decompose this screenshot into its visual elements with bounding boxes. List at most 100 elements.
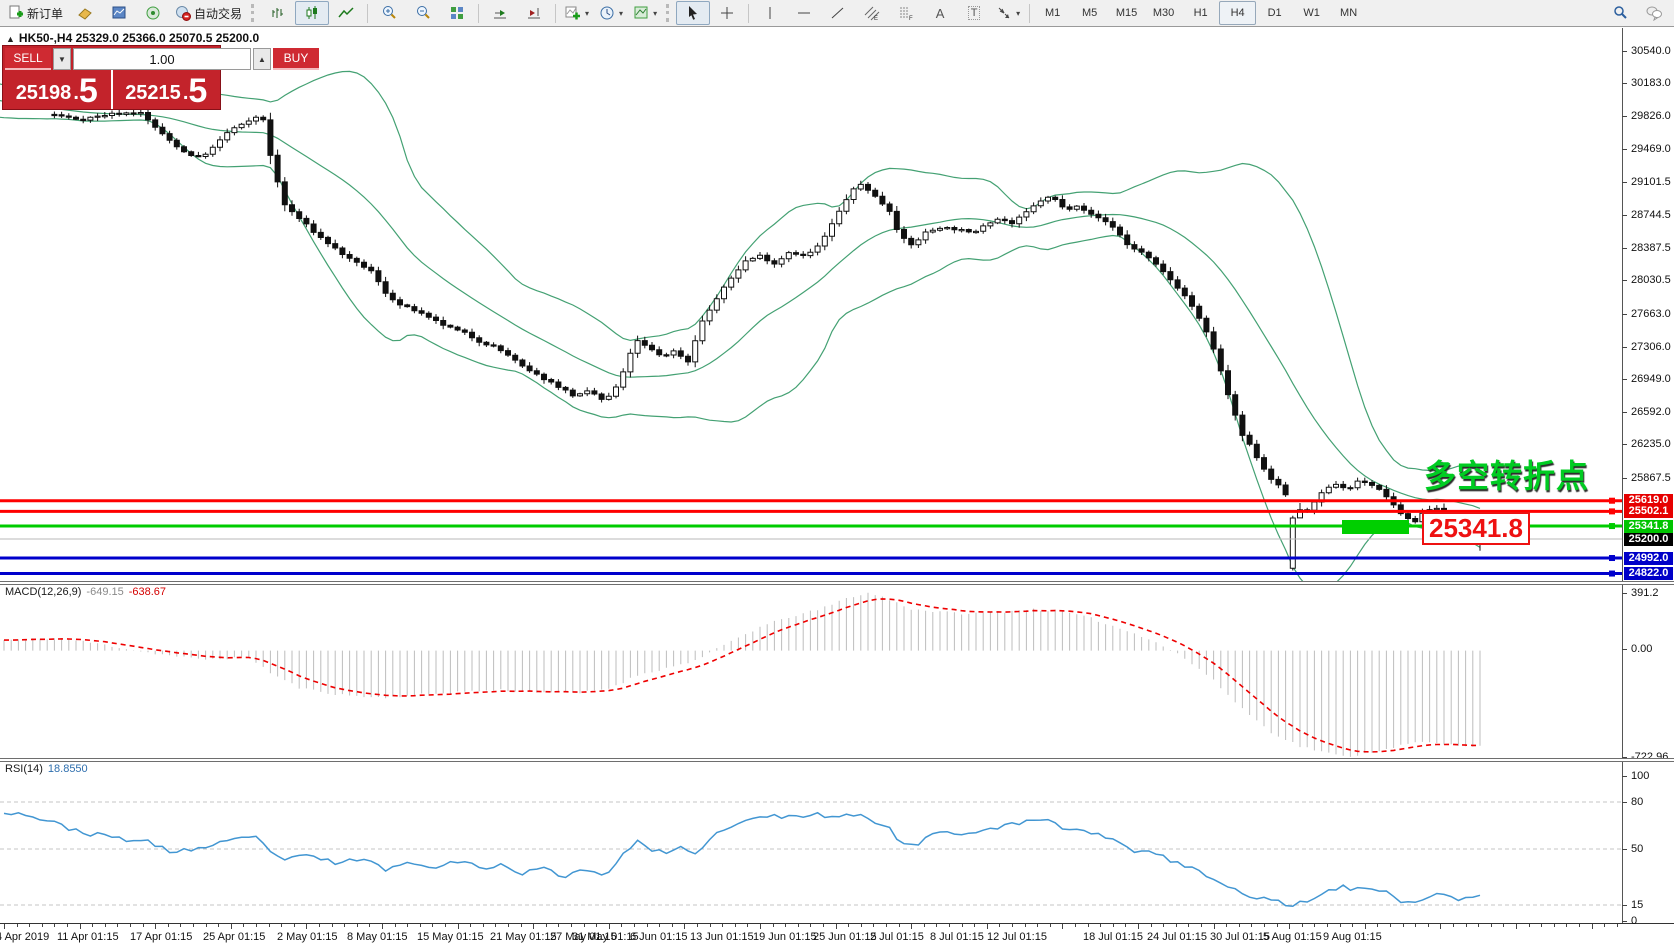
time-axis-tick: [848, 924, 849, 927]
macd-signal-line: [4, 599, 1480, 752]
time-axis-tick: [621, 924, 622, 927]
price-axis-tick-mark: [1622, 83, 1627, 84]
time-axis-label: 2 Jul 01:15: [870, 931, 924, 943]
time-axis-tick: [1478, 924, 1479, 927]
time-axis-tick: [823, 924, 824, 927]
macd-histogram: [4, 593, 1480, 757]
time-axis-tick: [873, 924, 874, 927]
chart-ohlc-title: HK50-,H4 25329.0 25366.0 25070.5 25200.0: [19, 31, 259, 45]
sell-button[interactable]: SELL: [5, 48, 51, 70]
rsi-value: 18.8550: [48, 763, 88, 775]
chart-canvas[interactable]: [0, 0, 1674, 949]
time-axis-tick: [344, 924, 345, 927]
time-axis-tick: [483, 924, 484, 927]
time-axis-tick: [735, 924, 736, 927]
time-axis-tick: [1289, 924, 1290, 929]
time-axis-tick: [281, 924, 282, 927]
time-axis-tick: [584, 924, 585, 927]
rsi-splitter[interactable]: [0, 758, 1674, 762]
time-axis-tick: [697, 924, 698, 927]
buy-price[interactable]: 25215.5: [113, 70, 221, 109]
time-axis-tick: [1365, 924, 1366, 929]
time-axis-tick: [672, 924, 673, 927]
price-axis-tick-mark: [1622, 116, 1627, 117]
price-axis-tick: 27306.0: [1631, 341, 1671, 353]
time-axis-tick: [4, 924, 5, 929]
sell-price[interactable]: 25198.5: [3, 70, 113, 109]
time-axis-tick: [1264, 924, 1265, 927]
rsi-axis-tick: 0: [1631, 915, 1637, 927]
time-axis-label: 8 May 01:15: [347, 931, 408, 943]
price-axis-tick-mark: [1622, 248, 1627, 249]
time-axis-label: 17 Apr 01:15: [130, 931, 192, 943]
time-axis-label: 8 Jul 01:15: [930, 931, 984, 943]
time-axis-tick: [1012, 924, 1013, 927]
line-handle: [1609, 555, 1615, 561]
time-axis-tick: [1239, 924, 1240, 927]
price-axis-tick: 29826.0: [1631, 110, 1671, 122]
time-axis-tick: [54, 924, 55, 927]
line-handle: [1609, 571, 1615, 577]
time-axis-tick: [67, 924, 68, 927]
time-axis-tick: [810, 924, 811, 927]
sell-price-big-digit: 5: [79, 76, 98, 106]
buy-button[interactable]: BUY: [273, 48, 319, 70]
time-axis-tick: [206, 924, 207, 927]
time-axis-tick: [1440, 924, 1441, 929]
time-axis-tick: [1340, 924, 1341, 927]
time-axis-tick: [747, 924, 748, 927]
collapse-panel-icon[interactable]: ▲: [6, 34, 15, 44]
time-axis-tick: [785, 924, 786, 927]
volume-increase-button[interactable]: ▲: [253, 48, 271, 70]
chart-title: ▲ HK50-,H4 25329.0 25366.0 25070.5 25200.…: [6, 31, 259, 45]
volume-input[interactable]: [73, 48, 251, 70]
time-axis-tick: [609, 924, 610, 929]
rsi-axis-tick-mark: [1622, 849, 1627, 850]
price-axis-tick-mark: [1622, 280, 1627, 281]
price-line-label: 25502.1: [1624, 505, 1673, 518]
time-axis-tick: [1037, 924, 1038, 927]
time-axis-tick: [1541, 924, 1542, 927]
time-axis-tick: [1176, 924, 1177, 927]
time-axis-tick: [1188, 924, 1189, 927]
time-axis-tick: [1062, 924, 1063, 929]
time-axis-tick: [508, 924, 509, 927]
price-axis-tick: 29469.0: [1631, 143, 1671, 155]
rsi-axis-tick-mark: [1622, 776, 1627, 777]
time-axis-tick: [1453, 924, 1454, 927]
rsi-indicator-label: RSI(14)18.8550: [5, 763, 88, 775]
time-axis-tick: [1566, 924, 1567, 927]
macd-splitter[interactable]: [0, 581, 1674, 585]
time-axis-tick: [647, 924, 648, 927]
time-axis-tick: [256, 924, 257, 927]
time-axis-label: 6 Jun 01:15: [630, 931, 688, 943]
line-handle: [1609, 523, 1615, 529]
price-axis-tick-mark: [1622, 347, 1627, 348]
time-axis-tick: [1201, 924, 1202, 927]
time-axis-label: 4 Apr 2019: [0, 931, 49, 943]
time-axis-tick: [458, 924, 459, 929]
time-axis-tick: [999, 924, 1000, 927]
time-axis-tick: [861, 924, 862, 927]
time-axis-tick: [155, 924, 156, 929]
price-callout-box[interactable]: 25341.8: [1422, 512, 1530, 545]
time-axis-tick: [1151, 924, 1152, 927]
time-axis-tick: [269, 924, 270, 927]
time-axis-tick: [722, 924, 723, 927]
time-axis-tick: [29, 924, 30, 927]
time-axis-tick: [1491, 924, 1492, 927]
price-axis-tick-mark: [1622, 51, 1627, 52]
macd-name: MACD(12,26,9): [5, 586, 81, 598]
support-zone-rectangle[interactable]: [1342, 520, 1409, 534]
time-axis-tick: [1226, 924, 1227, 927]
turning-point-annotation: 多空转折点: [1424, 451, 1674, 497]
price-axis-tick: 28030.5: [1631, 274, 1671, 286]
time-axis-label: 31 May 01:15: [572, 931, 639, 943]
time-axis-label: 12 Jul 01:15: [987, 931, 1047, 943]
price-axis-tick: 26949.0: [1631, 373, 1671, 385]
volume-decrease-button[interactable]: ▼: [53, 48, 71, 70]
time-axis-label: 25 Apr 01:15: [203, 931, 265, 943]
price-axis-tick-mark: [1622, 379, 1627, 380]
down-candles: [52, 113, 1483, 540]
price-axis-tick: 30540.0: [1631, 45, 1671, 57]
